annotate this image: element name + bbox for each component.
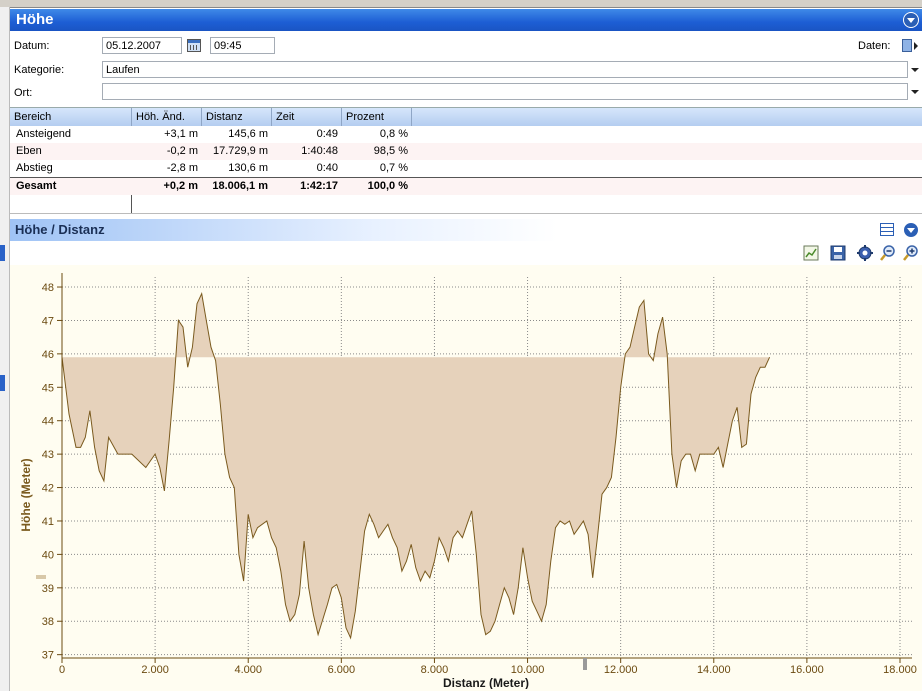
date-field[interactable]: 05.12.2007 (102, 37, 182, 54)
x-tick-label: 10.000 (511, 664, 545, 676)
chart-panel-header: Höhe / Distanz (10, 219, 922, 242)
window-layout-icon[interactable] (880, 223, 894, 236)
cell-bereich: Abstieg (16, 162, 53, 174)
chart-icon[interactable] (803, 245, 819, 261)
daten-label: Daten: (858, 40, 891, 52)
x-tick-label: 4.000 (234, 664, 262, 676)
y-tick-label: 41 (42, 516, 54, 528)
daten-arrow-icon[interactable] (914, 42, 918, 50)
y-tick-label: 45 (42, 382, 54, 394)
y-tick-label: 48 (42, 282, 54, 294)
x-tick-label: 16.000 (790, 664, 824, 676)
cell-prozent: 0,7 % (379, 162, 408, 174)
ort-select[interactable] (102, 83, 908, 100)
datum-label: Datum: (14, 40, 50, 52)
kategorie-label: Kategorie: (14, 64, 65, 76)
scroll-marker-left[interactable] (36, 575, 46, 579)
cell-zeit: 0:49 (316, 128, 338, 140)
summary-table: Bereich Höh. Änd. Distanz Zeit Prozent A… (10, 107, 922, 214)
zoom-in-icon[interactable] (903, 245, 919, 261)
chart-panel: Höhe / Distanz 0 2.000 4.000 6.000 8.000 10.0… (10, 219, 922, 691)
cell-zeit: 1:40:48 (301, 145, 338, 157)
x-tick-label: 0 (59, 664, 65, 676)
y-tick-label: 46 (42, 349, 54, 361)
cell-prozent: 100,0 % (367, 180, 408, 192)
settings-icon[interactable] (857, 245, 873, 261)
left-dock-bar (0, 7, 10, 691)
chart-toolbar (10, 241, 922, 265)
calendar-icon[interactable] (187, 39, 201, 52)
y-tick-label: 44 (42, 416, 54, 428)
table-header: Bereich Höh. Änd. Distanz Zeit Prozent (10, 108, 922, 127)
y-tick-label: 42 (42, 483, 54, 495)
y-tick-label: 43 (42, 449, 54, 461)
x-tick-label: 6.000 (328, 664, 356, 676)
ort-label: Ort: (14, 87, 33, 99)
save-icon[interactable] (830, 245, 846, 261)
hoehe-panel-header: Höhe (10, 9, 922, 31)
x-tick-label: 8.000 (421, 664, 449, 676)
x-axis-label: Distanz (Meter) (443, 676, 529, 689)
cell-distanz: 130,6 m (228, 162, 268, 174)
x-tick-label: 14.000 (697, 664, 731, 676)
dock-tab-marker[interactable] (0, 245, 5, 261)
cell-distanz: 145,6 m (228, 128, 268, 140)
daten-icon[interactable] (902, 39, 912, 52)
y-tick-label: 39 (42, 583, 54, 595)
panel-title: Höhe (16, 11, 54, 28)
time-field[interactable]: 09:45 (210, 37, 275, 54)
scroll-marker-bottom[interactable] (583, 658, 587, 670)
x-tick-label: 12.000 (604, 664, 638, 676)
col-header-prozent[interactable]: Prozent (342, 108, 412, 126)
chart-panel-title: Höhe / Distanz (15, 222, 105, 237)
x-tick-label: 18.000 (883, 664, 917, 676)
ort-dropdown-icon[interactable] (911, 90, 919, 94)
table-row[interactable]: Eben -0,2 m 17.729,9 m 1:40:48 98,5 % (10, 143, 922, 160)
cell-hoeh: -2,8 m (166, 162, 198, 174)
y-tick-label: 38 (42, 616, 54, 628)
cell-bereich: Eben (16, 145, 42, 157)
cell-prozent: 98,5 % (373, 145, 408, 157)
y-tick-label: 37 (42, 650, 54, 662)
cell-zeit: 1:42:17 (300, 180, 338, 192)
table-row[interactable]: Ansteigend +3,1 m 145,6 m 0:49 0,8 % (10, 126, 922, 143)
cell-bereich: Ansteigend (16, 128, 72, 140)
dock-tab-marker[interactable] (0, 375, 5, 391)
y-axis-label: Höhe (Meter) (19, 458, 33, 531)
col-header-hoeh-aend[interactable]: Höh. Änd. (132, 108, 202, 126)
table-row[interactable]: Abstieg -2,8 m 130,6 m 0:40 0,7 % (10, 160, 922, 177)
collapse-panel-icon[interactable] (903, 12, 919, 28)
kategorie-dropdown-icon[interactable] (911, 68, 919, 72)
cell-hoeh: -0,2 m (166, 145, 198, 157)
top-strip (0, 0, 922, 8)
cell-hoeh: +0,2 m (163, 180, 198, 192)
col-header-bereich[interactable]: Bereich (10, 108, 132, 126)
cell-prozent: 0,8 % (379, 128, 408, 140)
y-tick-label: 47 (42, 315, 54, 327)
cell-distanz: 18.006,1 m (212, 180, 268, 192)
cell-zeit: 0:40 (316, 162, 338, 174)
col-header-zeit[interactable]: Zeit (272, 108, 342, 126)
col-header-distanz[interactable]: Distanz (202, 108, 272, 126)
x-tick-label: 2.000 (141, 664, 169, 676)
cell-distanz: 17.729,9 m (212, 145, 268, 157)
kategorie-select[interactable]: Laufen (102, 61, 908, 78)
y-tick-label: 40 (42, 549, 54, 561)
zoom-out-icon[interactable] (880, 245, 896, 261)
cell-bereich: Gesamt (16, 180, 57, 192)
elevation-chart[interactable]: 0 2.000 4.000 6.000 8.000 10.000 12.000 14.000 1… (10, 265, 922, 689)
collapse-chart-icon[interactable] (903, 222, 919, 238)
cell-hoeh: +3,1 m (164, 128, 198, 140)
table-total-row[interactable]: Gesamt +0,2 m 18.006,1 m 1:42:17 100,0 % (10, 177, 922, 195)
